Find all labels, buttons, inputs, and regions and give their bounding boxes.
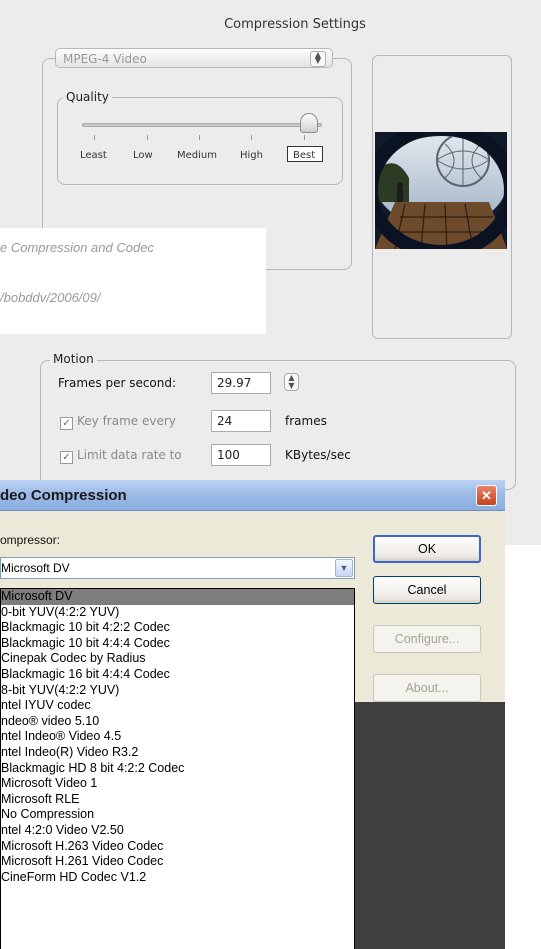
quality-legend: Quality xyxy=(63,90,112,104)
list-item[interactable]: Microsoft H.261 Video Codec xyxy=(1,854,354,870)
list-item[interactable]: Microsoft DV xyxy=(1,589,354,605)
quality-label-high: High xyxy=(240,150,263,161)
popup-arrows-icon: ▲ ▼ xyxy=(310,51,326,67)
quality-group xyxy=(57,97,343,185)
keyframe-row: ✓ Key frame every xyxy=(60,414,176,430)
quality-slider-track[interactable] xyxy=(82,123,322,127)
list-item[interactable]: Blackmagic HD 8 bit 4:2:2 Codec xyxy=(1,761,354,777)
list-item[interactable]: Microsoft RLE xyxy=(1,792,354,808)
cancel-button[interactable]: Cancel xyxy=(373,576,481,604)
slider-tick xyxy=(251,135,252,140)
keyframe-checkbox[interactable]: ✓ xyxy=(60,417,73,430)
codec-popup-value: MPEG-4 Video xyxy=(63,52,147,66)
motion-legend: Motion xyxy=(50,352,97,366)
quality-label-best: Best xyxy=(293,150,316,161)
quality-label-least: Least xyxy=(80,150,107,161)
list-item[interactable]: Cinepak Codec by Radius xyxy=(1,651,354,667)
keyframe-unit: frames xyxy=(285,414,327,428)
codec-popup[interactable]: MPEG-4 Video ▲ ▼ xyxy=(55,48,333,68)
list-item[interactable]: ndeo® video 5.10 xyxy=(1,714,354,730)
dialog-title: Compression Settings xyxy=(224,17,366,32)
preview-image xyxy=(375,132,507,249)
dark-background-area xyxy=(355,702,505,949)
fps-stepper-icon[interactable]: ▲ ▼ xyxy=(284,373,299,391)
datarate-row: ✓ Limit data rate to xyxy=(60,448,182,464)
datarate-label: Limit data rate to xyxy=(77,448,182,462)
compressor-label: ompressor: xyxy=(0,533,61,547)
keyframe-label: Key frame every xyxy=(77,414,176,428)
list-item[interactable]: No Compression xyxy=(1,807,354,823)
list-item[interactable]: Microsoft Video 1 xyxy=(1,776,354,792)
compression-settings-dialog: Compression Settings MPEG-4 Video ▲ ▼ Qua… xyxy=(0,0,541,545)
compressor-combo-value: Microsoft DV xyxy=(1,561,70,575)
list-item[interactable]: Blackmagic 16 bit 4:4:4 Codec xyxy=(1,667,354,683)
quality-slider-thumb[interactable] xyxy=(300,113,318,133)
compressor-combo[interactable]: Microsoft DV ▼ xyxy=(0,557,355,579)
list-item[interactable]: ntel 4:2:0 Video V2.50 xyxy=(1,823,354,839)
ok-button[interactable]: OK xyxy=(373,535,481,563)
datarate-checkbox[interactable]: ✓ xyxy=(60,451,73,464)
close-icon[interactable]: ✕ xyxy=(476,485,497,506)
list-item[interactable]: 0-bit YUV(4:2:2 YUV) xyxy=(1,605,354,621)
slider-tick xyxy=(94,135,95,140)
list-item[interactable]: ntel Indeo(R) Video R3.2 xyxy=(1,745,354,761)
compressor-list[interactable]: Microsoft DV 0-bit YUV(4:2:2 YUV) Blackm… xyxy=(0,588,355,949)
quality-label-low: Low xyxy=(133,150,153,161)
list-item[interactable]: Blackmagic 10 bit 4:2:2 Codec xyxy=(1,620,354,636)
list-item[interactable]: CineForm HD Codec V1.2 xyxy=(1,870,354,886)
title-bar[interactable]: deo Compression ✕ xyxy=(0,480,505,511)
video-compression-dialog: deo Compression ✕ ompressor: Microsoft D… xyxy=(0,480,505,949)
datarate-field[interactable]: 100 xyxy=(211,444,271,466)
datarate-unit: KBytes/sec xyxy=(285,448,351,462)
fps-label: Frames per second: xyxy=(58,376,177,390)
slider-tick xyxy=(304,135,305,140)
configure-button: Configure... xyxy=(373,625,481,653)
list-item[interactable]: 8-bit YUV(4:2:2 YUV) xyxy=(1,683,354,699)
quality-label-medium: Medium xyxy=(177,150,217,161)
overlay-caption-line2: /bobddv/2006/09/ xyxy=(0,290,101,305)
about-button: About... xyxy=(373,674,481,702)
fps-field[interactable]: 29.97 xyxy=(211,372,271,394)
chevron-down-icon[interactable]: ▼ xyxy=(335,559,353,577)
list-item[interactable]: ntel IYUV codec xyxy=(1,698,354,714)
slider-tick xyxy=(199,135,200,140)
list-item[interactable]: ntel Indeo® Video 4.5 xyxy=(1,729,354,745)
list-item[interactable]: Blackmagic 10 bit 4:4:4 Codec xyxy=(1,636,354,652)
window-title: deo Compression xyxy=(0,487,127,504)
overlay-caption-line1: e Compression and Codec xyxy=(0,240,154,255)
keyframe-field[interactable]: 24 xyxy=(211,410,271,432)
overlay-caption-box: e Compression and Codec /bobddv/2006/09/ xyxy=(0,228,266,334)
slider-tick xyxy=(147,135,148,140)
list-item[interactable]: Microsoft H.263 Video Codec xyxy=(1,839,354,855)
